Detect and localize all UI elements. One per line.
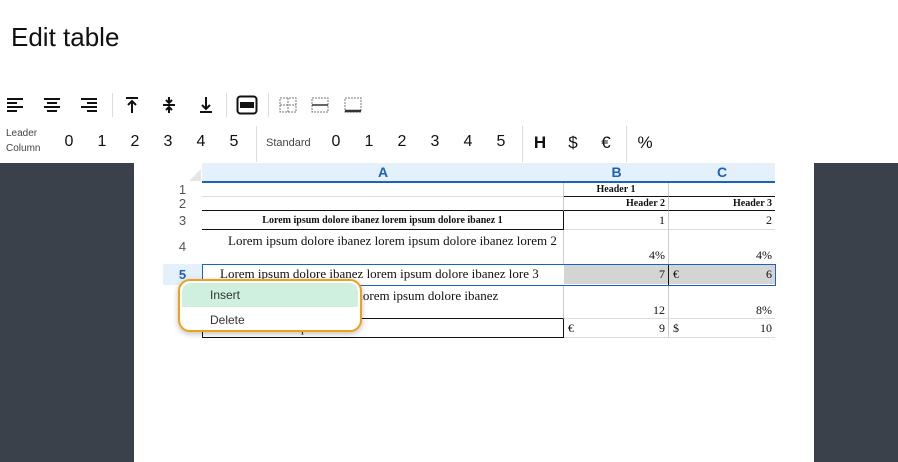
valign-top-icon[interactable]	[122, 93, 142, 117]
leader-decimals-4[interactable]: 4	[191, 133, 211, 151]
standard-decimals-3[interactable]: 3	[425, 133, 445, 151]
cell-c7[interactable]: $ 10	[669, 319, 775, 338]
dollar-format-button[interactable]: $	[563, 133, 583, 153]
leader-column-label: Leader Column	[6, 126, 52, 156]
grid-borders-icon[interactable]	[278, 93, 298, 117]
standard-decimals-1[interactable]: 1	[359, 133, 379, 151]
table-corner	[189, 169, 201, 181]
row-header-2[interactable]: 2	[163, 197, 202, 211]
right-panel	[814, 163, 898, 462]
row-header-4[interactable]: 4	[163, 230, 202, 263]
valign-bottom-icon[interactable]	[196, 93, 216, 117]
align-left-icon[interactable]	[5, 93, 25, 117]
cell-c4[interactable]: 4%	[669, 230, 775, 264]
cell-b7-currency: €	[568, 321, 574, 335]
cell-b1[interactable]: Header 1	[564, 183, 669, 197]
leader-label-line1: Leader	[6, 128, 38, 139]
cell-b7[interactable]: € 9	[564, 319, 669, 338]
standard-decimals-5[interactable]: 5	[491, 133, 511, 151]
cell-c7-currency: $	[673, 321, 679, 335]
standard-decimals-4[interactable]: 4	[458, 133, 478, 151]
row-header-1[interactable]: 1	[163, 183, 202, 197]
column-header-a[interactable]: A	[202, 163, 564, 182]
row-context-menu: Insert Delete	[178, 279, 362, 332]
cell-a4[interactable]: Lorem ipsum dolore ibanez lorem ipsum do…	[202, 230, 564, 264]
cell-c7-value: 10	[760, 321, 772, 335]
cell-b3[interactable]: 1	[564, 211, 669, 230]
left-panel	[0, 163, 134, 462]
row-header-3[interactable]: 3	[163, 211, 202, 230]
cell-b7-value: 9	[659, 321, 665, 335]
leader-label-line2: Column	[6, 143, 41, 154]
header-format-button[interactable]: H	[530, 133, 550, 153]
toolbar-divider	[522, 126, 523, 162]
leader-decimals-1[interactable]: 1	[92, 133, 112, 151]
column-header-b[interactable]: B	[564, 163, 669, 182]
valign-middle-icon[interactable]	[159, 93, 179, 117]
leader-decimals-2[interactable]: 2	[125, 133, 145, 151]
standard-decimals-2[interactable]: 2	[392, 133, 412, 151]
cell-c2[interactable]: Header 3	[669, 197, 775, 211]
page-title: Edit table	[11, 22, 120, 52]
delete-row-menu-item[interactable]: Delete	[182, 308, 358, 332]
cell-b4[interactable]: 4%	[564, 230, 669, 264]
cell-a2[interactable]	[202, 197, 564, 211]
cell-c1[interactable]	[669, 183, 775, 197]
align-right-icon[interactable]	[79, 93, 99, 117]
cell-a3[interactable]: Lorem ipsum dolore ibanez lorem ipsum do…	[202, 211, 564, 230]
cell-c3[interactable]: 2	[669, 211, 775, 230]
cell-b6[interactable]: 12	[564, 286, 669, 319]
cell-b2[interactable]: Header 2	[564, 197, 669, 211]
bottom-border-icon[interactable]	[343, 93, 363, 117]
cell-a1[interactable]	[202, 183, 564, 197]
toolbar-divider	[256, 126, 257, 162]
leader-decimals-3[interactable]: 3	[158, 133, 178, 151]
standard-label: Standard	[266, 137, 311, 149]
column-header-c[interactable]: C	[669, 163, 775, 182]
header-row-icon[interactable]	[235, 93, 259, 117]
align-center-icon[interactable]	[42, 93, 62, 117]
leader-decimals-5[interactable]: 5	[224, 133, 244, 151]
inner-borders-icon[interactable]	[310, 93, 330, 117]
toolbar-divider	[268, 93, 269, 117]
euro-format-button[interactable]: €	[596, 133, 616, 153]
toolbar-divider	[226, 93, 227, 117]
toolbar-divider	[626, 126, 627, 162]
cell-c6[interactable]: 8%	[669, 286, 775, 319]
number-format-bar: Leader Column 0 1 2 3 4 5 Standard 0 1 2…	[0, 126, 898, 162]
insert-row-menu-item[interactable]: Insert	[182, 283, 358, 307]
toolbar-divider	[112, 93, 113, 117]
standard-decimals-0[interactable]: 0	[326, 133, 346, 151]
leader-decimals-0[interactable]: 0	[59, 133, 79, 151]
percent-format-button[interactable]: %	[635, 133, 655, 153]
